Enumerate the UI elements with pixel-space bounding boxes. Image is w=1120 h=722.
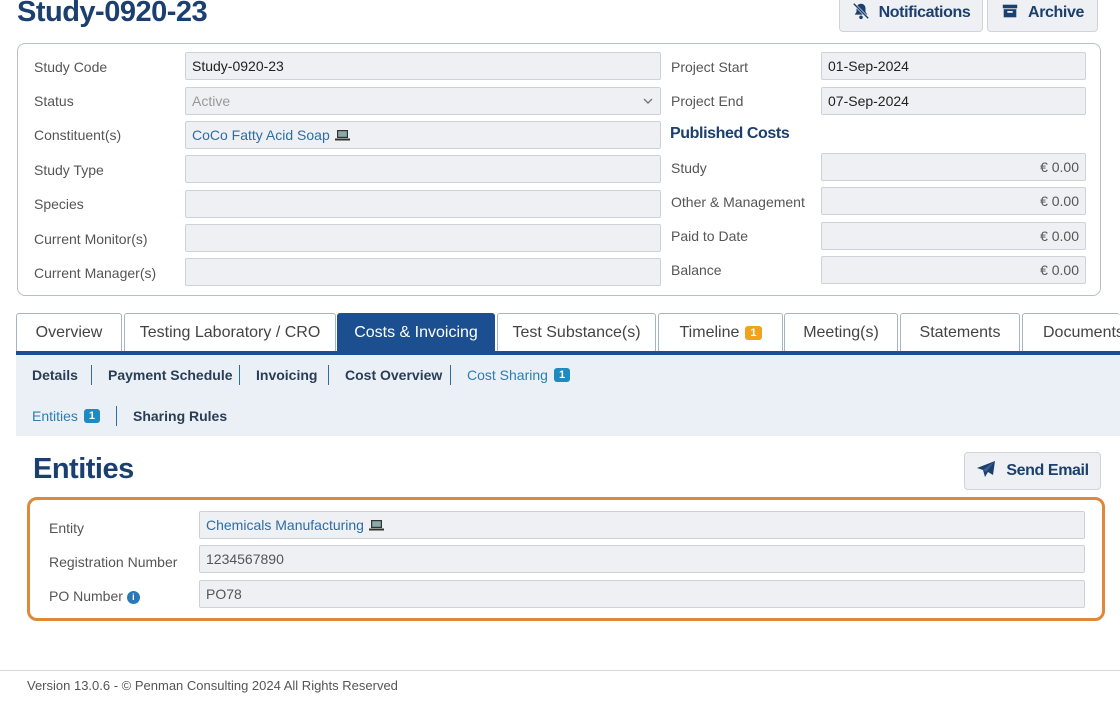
cost-sharing-badge: 1 [553,368,571,382]
send-email-button[interactable]: Send Email [964,452,1101,490]
subnav-entities[interactable]: Entities 1 [32,408,101,424]
tab-timeline[interactable]: Timeline 1 [658,313,783,351]
laptop-icon[interactable] [368,519,384,531]
tab-label: Test Substance(s) [512,323,641,341]
info-icon[interactable]: i [126,590,140,604]
send-email-label: Send Email [1006,462,1089,479]
paper-plane-icon [976,460,996,483]
subnav-label: Payment Schedule [108,367,233,383]
chevron-down-icon [643,98,653,104]
archive-button[interactable]: Archive [987,0,1098,32]
entity-link[interactable]: Chemicals Manufacturing [206,517,364,533]
tab-label: Timeline [679,323,740,341]
study-type-label: Study Type [34,162,104,178]
status-select[interactable]: Active [185,87,661,115]
tab-meetings[interactable]: Meeting(s) [784,313,898,351]
paid-to-date-label: Paid to Date [671,228,749,244]
tab-statements[interactable]: Statements [900,313,1020,351]
tab-label: Meeting(s) [803,323,879,341]
status-value: Active [192,93,231,109]
laptop-icon[interactable] [334,129,350,141]
study-details-card: Study Code Study-0920-23 Status Active C… [17,43,1101,296]
current-monitor-label: Current Monitor(s) [34,231,148,247]
tab-documents[interactable]: Documents [1022,313,1120,351]
subnav-separator [450,365,451,385]
other-management-field: € 0.00 [821,187,1086,215]
constituent-link[interactable]: CoCo Fatty Acid Soap [192,127,330,143]
subnav-separator [328,365,329,385]
main-tabs: Overview Testing Laboratory / CRO Costs … [16,313,1120,353]
other-management-label: Other & Management [671,194,805,210]
tab-overview[interactable]: Overview [16,313,122,351]
subnav-label: Entities [32,408,78,424]
status-label: Status [34,93,74,109]
entity-field[interactable]: Chemicals Manufacturing [199,511,1085,539]
current-manager-label: Current Manager(s) [34,265,157,281]
entities-badge: 1 [83,409,101,423]
subnav-label: Details [32,367,78,383]
study-cost-field: € 0.00 [821,153,1086,181]
tab-costs-invoicing[interactable]: Costs & Invoicing [337,313,495,351]
tab-label: Overview [35,323,103,341]
notifications-label: Notifications [878,4,971,21]
tab-testing-laboratory[interactable]: Testing Laboratory / CRO [124,313,336,351]
footer-text: Version 13.0.6 - © Penman Consulting 202… [27,678,398,693]
archive-icon [1001,2,1019,25]
subnav-label: Invoicing [256,367,318,383]
po-number-label: PO Number [49,588,123,604]
constituents-label: Constituent(s) [34,127,122,143]
tab-label: Documents [1043,323,1120,341]
registration-number-field[interactable]: 1234567890 [199,545,1085,573]
tab-label: Costs & Invoicing [354,323,478,341]
subnav-separator [91,365,92,385]
archive-label: Archive [1028,4,1084,21]
tab-test-substances[interactable]: Test Substance(s) [497,313,656,351]
po-number-label-wrap: PO Number i [49,588,140,604]
study-code-field[interactable]: Study-0920-23 [185,52,661,80]
page-title: Study-0920-23 [17,0,208,28]
subnav-cost-overview[interactable]: Cost Overview [345,367,442,383]
subnav-label: Sharing Rules [133,408,228,424]
tab-label: Statements [919,323,1001,341]
subnav-cost-sharing[interactable]: Cost Sharing 1 [467,367,571,383]
subnav-details[interactable]: Details [32,367,78,383]
constituents-field[interactable]: CoCo Fatty Acid Soap [185,121,661,149]
subnav-payment-schedule[interactable]: Payment Schedule [108,367,233,383]
current-manager-field[interactable] [185,258,661,286]
tab-label: Testing Laboratory / CRO [139,323,321,341]
notifications-button[interactable]: Notifications [839,0,983,32]
project-end-field[interactable]: 07-Sep-2024 [821,87,1086,115]
timeline-badge: 1 [745,325,762,340]
balance-label: Balance [671,262,722,278]
paid-to-date-field: € 0.00 [821,222,1086,250]
species-label: Species [34,196,84,212]
balance-field: € 0.00 [821,256,1086,284]
project-end-label: Project End [671,93,744,109]
subnav-invoicing[interactable]: Invoicing [256,367,317,383]
entities-heading: Entities [33,453,134,485]
subnav-label: Cost Overview [345,367,443,383]
species-field[interactable] [185,190,661,218]
bell-slash-icon [852,2,870,25]
project-start-field[interactable]: 01-Sep-2024 [821,52,1086,80]
current-monitor-field[interactable] [185,224,661,252]
subnav-sharing-rules[interactable]: Sharing Rules [133,408,227,424]
po-number-field[interactable]: PO78 [199,580,1085,608]
published-costs-heading: Published Costs [670,125,790,142]
subnav-separator [239,365,240,385]
entity-label: Entity [49,520,85,536]
costs-subnav: Details Payment Schedule Invoicing Cost … [16,355,1120,436]
study-cost-label: Study [671,160,707,176]
study-code-label: Study Code [34,59,108,75]
study-type-field[interactable] [185,155,661,183]
registration-number-label: Registration Number [49,554,178,570]
subnav-label: Cost Sharing [467,367,548,383]
entity-details-panel: Entity Chemicals Manufacturing Registrat… [27,497,1105,621]
project-start-label: Project Start [671,59,749,75]
subnav-separator [116,406,117,426]
footer-divider [0,670,1120,671]
